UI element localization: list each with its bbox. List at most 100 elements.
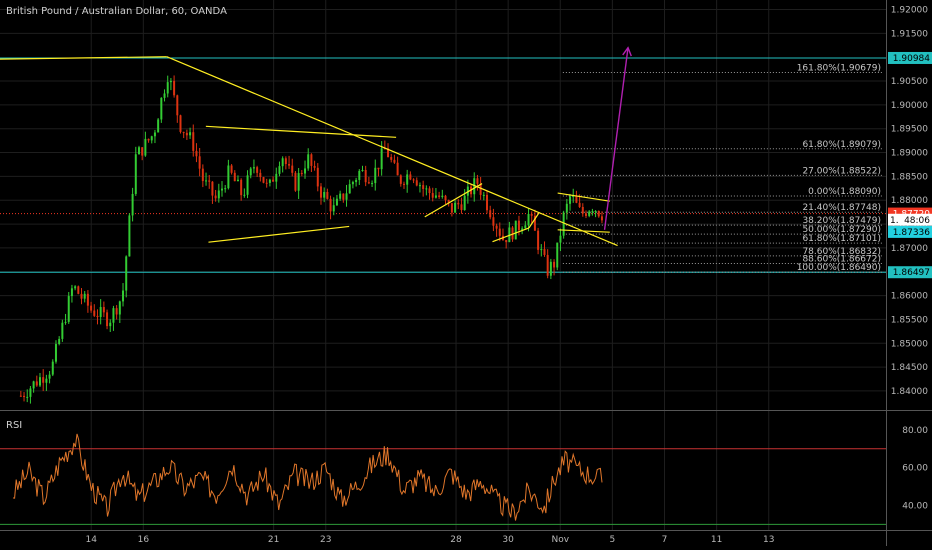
rsi-tick-label: 40.00 [902, 501, 928, 511]
price-tick-label: 1.85500 [891, 315, 928, 325]
candle-body [240, 179, 243, 196]
candle-body [32, 381, 35, 389]
candle-body [77, 286, 80, 294]
candle-body [454, 202, 457, 213]
candle-body [495, 225, 498, 229]
candle-body [530, 213, 533, 216]
candle-body [189, 132, 192, 136]
candle-body [406, 174, 409, 185]
candle-body [80, 293, 83, 299]
time-tick-label: Nov [551, 535, 569, 545]
candle-body [460, 204, 463, 211]
candle-body [224, 188, 227, 190]
candle-body [297, 173, 300, 191]
candle-body [597, 210, 600, 217]
candle-body [559, 235, 562, 243]
candle-body [300, 173, 303, 175]
candle-body [67, 296, 70, 322]
candle-body [588, 211, 591, 216]
candle-body [546, 254, 549, 276]
price-tick-label: 1.90000 [891, 101, 928, 111]
candle-body [498, 228, 501, 236]
candle-body [23, 395, 26, 398]
price-tick-label: 1.84500 [891, 363, 928, 373]
candle-body [409, 174, 412, 180]
candle-body [246, 175, 249, 195]
fib-level-label: 100.00%(1.86490) [797, 263, 881, 273]
candle-body [492, 217, 495, 226]
time-tick-label: 14 [85, 535, 97, 545]
candle-body [99, 307, 102, 317]
candle-body [272, 179, 275, 182]
candle-body [323, 191, 326, 198]
fib-level-label: 0.00%(1.88090) [808, 187, 881, 197]
candle-body [192, 132, 195, 151]
candle-body [112, 308, 115, 323]
candle-body [335, 198, 338, 206]
candle-body [304, 168, 307, 174]
candle-body [377, 167, 380, 170]
candle-body [227, 165, 230, 189]
candle-body [428, 188, 431, 194]
price-tick-label: 1.86000 [891, 292, 928, 302]
candle-body [243, 194, 246, 196]
candle-body [249, 168, 252, 176]
candle-body [141, 147, 144, 156]
candle-body [569, 196, 572, 204]
price-tick-label: 1.88500 [891, 172, 928, 182]
candle-body [351, 182, 354, 185]
candle-body [208, 180, 211, 182]
candle-body [150, 136, 153, 141]
candle-body [26, 396, 29, 398]
fib-price-badge-text: 1.87336 [893, 228, 930, 238]
countdown-badge-time: 48:06 [904, 216, 930, 226]
candle-body [252, 167, 255, 169]
candle-body [19, 395, 22, 397]
price-tick-label: 1.92000 [891, 6, 928, 16]
candle-body [364, 169, 367, 183]
candle-body [332, 205, 335, 212]
candle-body [102, 307, 105, 313]
candle-body [134, 154, 137, 194]
candle-body [58, 338, 61, 345]
candle-body [173, 80, 176, 96]
candle-body [259, 172, 262, 178]
candle-body [221, 188, 224, 191]
fib-layer: 161.80%(1.90679) 61.80%(1.89079) 27.00%(1.… [0, 57, 886, 273]
candle-body [319, 186, 322, 198]
candle-body [415, 180, 418, 186]
candle-body [527, 213, 530, 226]
candle-body [310, 154, 313, 166]
candle-body [565, 203, 568, 213]
candle-body [144, 138, 147, 156]
candle-body [265, 182, 268, 184]
trendline [208, 225, 350, 243]
candle-body [600, 216, 603, 221]
axis-layer: 1.92000 1.91500 1.90500 1.90000 1.89500 1.890… [0, 0, 932, 546]
candle-body [42, 377, 45, 383]
candle-body [380, 148, 383, 170]
candle-body [70, 288, 73, 297]
candle-body [281, 158, 284, 167]
time-tick-label: 5 [610, 535, 616, 545]
candle-body [390, 157, 393, 160]
price-tick-label: 1.89000 [891, 149, 928, 159]
candle-body [182, 131, 185, 133]
candle-body [157, 119, 160, 133]
candle-body [431, 193, 434, 198]
price-tick-label: 1.87000 [891, 244, 928, 254]
candle-body [578, 202, 581, 207]
candle-body [584, 213, 587, 216]
rsi-tick-label: 80.00 [902, 426, 928, 436]
candle-body [581, 206, 584, 214]
countdown-badge-price: 1. [890, 216, 899, 226]
candle-body [441, 195, 444, 197]
candle-body [35, 381, 38, 386]
candle-body [562, 212, 565, 236]
candle-body [185, 132, 188, 136]
candle-body [179, 115, 182, 132]
candle-body [457, 202, 460, 205]
candle-body [575, 195, 578, 203]
candle-body [169, 80, 172, 83]
candle-body [553, 261, 556, 268]
